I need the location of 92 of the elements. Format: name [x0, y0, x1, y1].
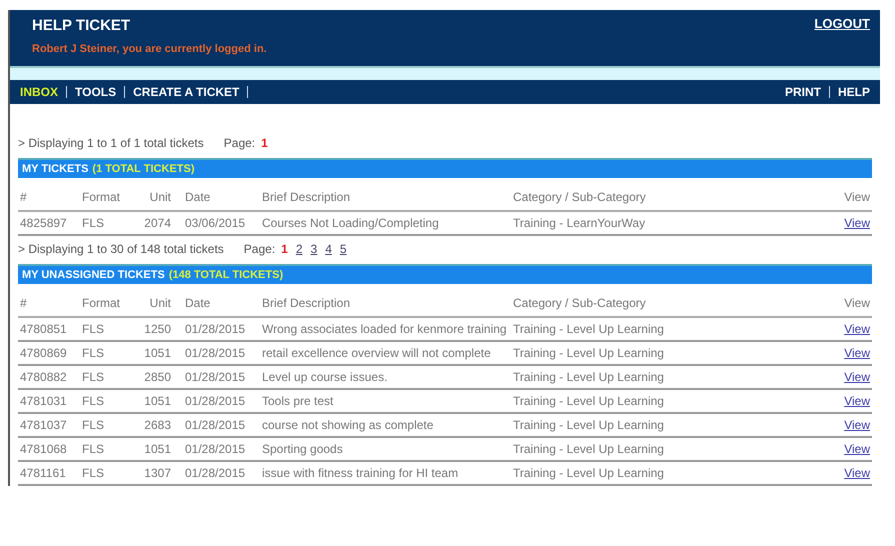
logout-link[interactable]: LOGOUT: [814, 16, 870, 32]
table-cell: 4781161: [20, 466, 66, 480]
table-cell: retail excellence overview will not complete: [262, 346, 491, 360]
section-title: MY UNASSIGNED TICKETS: [22, 269, 165, 281]
table-cell: course not showing as complete: [262, 418, 434, 432]
table-cell: 4825897: [20, 216, 67, 230]
table-cell: 1250: [144, 322, 171, 336]
table-cell: FLS: [82, 216, 104, 230]
table-cell: 01/28/2015: [185, 394, 246, 408]
column-header: Unit: [150, 296, 171, 310]
table-cell: Training - LearnYourWay: [513, 216, 646, 230]
table-cell: 1307: [144, 466, 171, 480]
view-link[interactable]: View: [844, 370, 870, 384]
table-cell: 01/28/2015: [185, 322, 246, 336]
view-link[interactable]: View: [844, 346, 870, 360]
column-header: Category / Sub-Category: [513, 296, 646, 310]
nav-link[interactable]: PRINT: [784, 86, 830, 98]
page-link[interactable]: 1: [279, 242, 290, 256]
display-summary: > Displaying 1 to 1 of 1 total tickets: [18, 136, 204, 150]
table-cell: Training - Level Up Learning: [513, 418, 664, 432]
table-cell: Level up course issues.: [262, 370, 388, 384]
column-header: Format: [82, 190, 120, 204]
nav-link[interactable]: CREATE A TICKET: [125, 86, 248, 98]
view-link[interactable]: View: [844, 322, 870, 336]
view-link[interactable]: View: [844, 466, 870, 480]
table-cell: 1051: [144, 442, 171, 456]
table-cell: 2074: [144, 216, 171, 230]
table-cell: FLS: [82, 394, 104, 408]
table-cell: Training - Level Up Learning: [513, 370, 664, 384]
table-cell: issue with fitness training for HI team: [262, 466, 458, 480]
column-header: Format: [82, 296, 120, 310]
page-link[interactable]: 2: [294, 242, 305, 256]
table-cell: 03/06/2015: [185, 216, 246, 230]
ticket-count: (148 TOTAL TICKETS): [168, 269, 284, 281]
section-title: MY TICKETS: [22, 163, 88, 175]
table-cell: 1051: [144, 394, 171, 408]
column-header: View: [844, 296, 870, 310]
login-message: Robert J Steiner, you are currently logged in.: [32, 43, 267, 55]
column-header: #: [20, 190, 27, 204]
ticket-count: (1 TOTAL TICKETS): [92, 163, 194, 175]
nav-link[interactable]: TOOLS: [67, 86, 126, 98]
column-header: Date: [185, 190, 210, 204]
page-link[interactable]: 4: [323, 242, 334, 256]
page-link[interactable]: 3: [308, 242, 320, 256]
table-cell: 2683: [144, 418, 171, 432]
table-cell: FLS: [82, 322, 104, 336]
column-header: View: [844, 190, 870, 204]
column-header: Brief Description: [262, 190, 350, 204]
table-cell: 4780869: [20, 346, 67, 360]
column-header: #: [20, 296, 27, 310]
table-cell: FLS: [82, 346, 104, 360]
table-cell: 01/28/2015: [185, 418, 246, 432]
table-cell: 4780882: [20, 370, 67, 384]
table-cell: 01/28/2015: [185, 466, 246, 480]
table-cell: FLS: [82, 370, 104, 384]
table-cell: Training - Level Up Learning: [513, 322, 664, 336]
view-link[interactable]: View: [844, 418, 870, 432]
table-cell: 2850: [144, 370, 171, 384]
page-label: Page:: [244, 242, 276, 256]
app-title: HELP TICKET: [32, 17, 132, 34]
table-cell: Training - Level Up Learning: [513, 442, 664, 456]
display-summary: > Displaying 1 to 30 of 148 total tickets: [18, 242, 224, 256]
table-cell: 4781068: [20, 442, 67, 456]
page-link[interactable]: 1: [259, 136, 270, 150]
table-cell: FLS: [82, 418, 104, 432]
column-header: Unit: [150, 190, 171, 204]
view-link[interactable]: View: [844, 442, 870, 456]
view-link[interactable]: View: [844, 216, 870, 230]
table-cell: FLS: [82, 466, 104, 480]
column-header: Brief Description: [262, 296, 350, 310]
table-cell: Training - Level Up Learning: [513, 346, 664, 360]
table-cell: 1051: [144, 346, 171, 360]
table-cell: Wrong associates loaded for kenmore training: [262, 322, 507, 336]
table-cell: 01/28/2015: [185, 442, 246, 456]
table-cell: 4781037: [20, 418, 67, 432]
table-cell: FLS: [82, 442, 104, 456]
nav-link[interactable]: HELP: [830, 86, 870, 98]
table-cell: 01/28/2015: [185, 370, 246, 384]
column-header: Category / Sub-Category: [513, 190, 646, 204]
table-cell: Sporting goods: [262, 442, 343, 456]
table-cell: 4780851: [20, 322, 67, 336]
page-label: Page:: [224, 136, 256, 150]
nav-link[interactable]: INBOX: [20, 86, 68, 98]
view-link[interactable]: View: [844, 394, 870, 408]
table-cell: Training - Level Up Learning: [513, 394, 664, 408]
table-cell: Tools pre test: [262, 394, 334, 408]
table-cell: Training - Level Up Learning: [513, 466, 664, 480]
column-header: Date: [185, 296, 210, 310]
page-link[interactable]: 5: [338, 242, 349, 256]
table-cell: 4781031: [20, 394, 67, 408]
table-cell: 01/28/2015: [185, 346, 246, 360]
table-cell: Courses Not Loading/Completing: [262, 216, 439, 230]
